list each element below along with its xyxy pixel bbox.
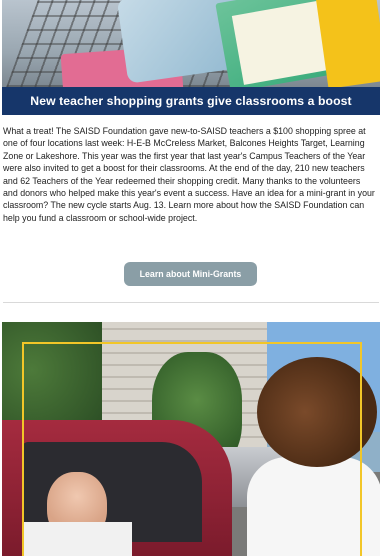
- article-headline: New teacher shopping grants give classro…: [2, 87, 380, 115]
- newsletter-page: New teacher shopping grants give classro…: [0, 0, 381, 556]
- section-divider: [3, 302, 379, 303]
- article-body: What a treat! The SAISD Foundation gave …: [3, 126, 375, 223]
- event-photo: [2, 322, 380, 556]
- learn-mini-grants-button[interactable]: Learn about Mini-Grants: [124, 262, 257, 286]
- hero-image: [2, 0, 380, 87]
- photo-frame: [22, 342, 362, 556]
- yellow-package: [316, 0, 380, 87]
